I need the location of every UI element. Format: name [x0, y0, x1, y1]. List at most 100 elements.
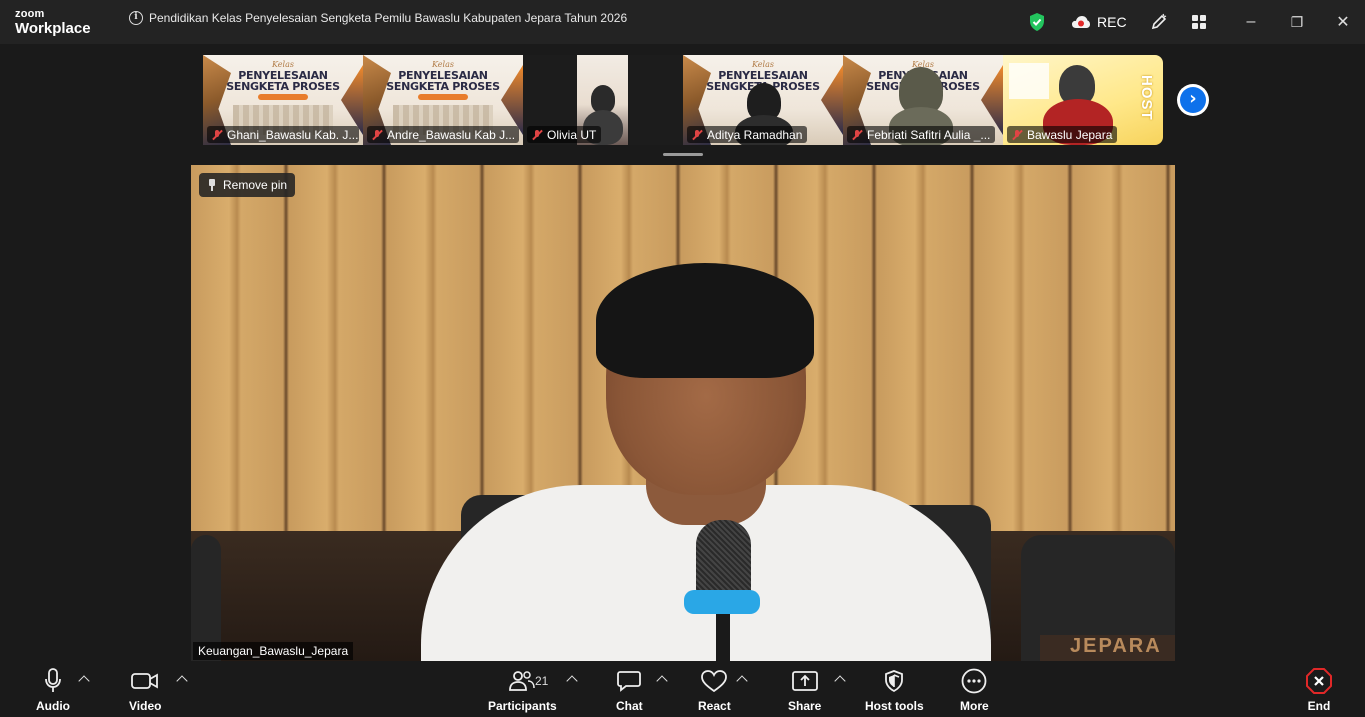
- slide-title: PENYELESAIANSENGKETA PROSES: [363, 70, 523, 92]
- audio-button[interactable]: Audio: [36, 667, 70, 713]
- video-options-caret[interactable]: [176, 675, 188, 687]
- microphone-clip: [684, 590, 760, 614]
- slide-title-line2: SENGKETA PROSES: [386, 80, 500, 93]
- end-meeting-button[interactable]: End: [1306, 667, 1332, 713]
- participant-name-tag: Ghani_Bawaslu Kab. J...: [207, 126, 359, 143]
- participant-name-tag: Andre_Bawaslu Kab J...: [367, 126, 519, 143]
- slide-kelas-text: Kelas: [752, 60, 774, 69]
- more-dots-icon: [961, 668, 987, 694]
- more-label: More: [960, 699, 989, 713]
- info-icon[interactable]: i: [129, 11, 143, 25]
- meeting-title[interactable]: i Pendidikan Kelas Penyelesaian Sengketa…: [129, 11, 627, 25]
- mic-muted-icon: [691, 129, 703, 141]
- mic-muted-icon: [211, 129, 223, 141]
- pinned-participant-name: Keuangan_Bawaslu_Jepara: [193, 642, 354, 660]
- slide-bar: [258, 94, 308, 100]
- chat-bubble-icon: [617, 671, 642, 692]
- audio-options-caret[interactable]: [78, 675, 90, 687]
- slide-title-line2: SENGKETA PROSES: [226, 80, 340, 93]
- heart-icon: [701, 670, 728, 692]
- meeting-toolbar: Audio Video Participants 21 Chat React S…: [0, 661, 1365, 717]
- slide-bar: [418, 94, 468, 100]
- resize-handle[interactable]: [663, 153, 703, 156]
- share-options-caret[interactable]: [834, 675, 846, 687]
- video-camera-icon: [131, 673, 159, 689]
- participant-tile[interactable]: Kelas PENYELESAIAN SENGKETA PROSES Andre_…: [363, 55, 523, 145]
- end-call-icon: [1306, 668, 1332, 694]
- participant-name: Olivia UT: [547, 127, 597, 142]
- participant-tile[interactable]: Olivia UT: [523, 55, 683, 145]
- participant-tile[interactable]: Kelas PENYELESAIANSENGKETA PROSES Febria…: [843, 55, 1003, 145]
- rec-label: REC: [1097, 14, 1127, 30]
- close-button[interactable]: ✕: [1334, 13, 1352, 31]
- video-label: Video: [129, 699, 162, 713]
- host-badge: HOST: [1138, 75, 1155, 121]
- audio-label: Audio: [36, 699, 70, 713]
- minimize-icon: –: [1246, 13, 1256, 30]
- host-tools-button[interactable]: Host tools: [865, 667, 924, 713]
- chat-options-caret[interactable]: [656, 675, 668, 687]
- participant-name: Aditya Ramadhan: [707, 127, 803, 142]
- speaker-hair: [596, 263, 814, 378]
- security-shield-icon[interactable]: [1028, 0, 1046, 44]
- pin-icon: [207, 179, 217, 191]
- react-options-caret[interactable]: [736, 675, 748, 687]
- slide-title: PENYELESAIANSENGKETA PROSES: [203, 70, 363, 92]
- participants-options-caret[interactable]: [566, 675, 578, 687]
- participant-tile[interactable]: Kelas PENYELESAIAN SENGKETA PROSES Ghani_…: [203, 55, 363, 145]
- logo-text-workplace: Workplace: [15, 20, 91, 37]
- restore-icon: ❐: [1290, 13, 1304, 30]
- share-label: Share: [788, 699, 822, 713]
- video-button[interactable]: Video: [129, 667, 161, 713]
- shield-icon: [885, 670, 904, 692]
- microphone-icon: [696, 520, 751, 600]
- share-screen-icon: [791, 671, 818, 691]
- participants-label: Participants: [488, 699, 557, 713]
- view-layout-icon[interactable]: [1191, 0, 1207, 44]
- mic-muted-icon: [371, 129, 383, 141]
- slide-kelas-text: Kelas: [432, 60, 454, 69]
- zoom-logo: zoom Workplace: [15, 8, 91, 37]
- more-button[interactable]: More: [960, 667, 989, 713]
- participant-name: Febriati Safitri Aulia _...: [867, 127, 991, 142]
- microphone-icon: [45, 668, 61, 692]
- react-button[interactable]: React: [698, 667, 731, 713]
- slide-kelas-text: Kelas: [272, 60, 294, 69]
- participant-thumbnails: Kelas PENYELESAIAN SENGKETA PROSES Ghani_…: [203, 55, 1163, 145]
- participant-name: Ghani_Bawaslu Kab. J...: [227, 127, 359, 142]
- desk-sign: JEPARA: [1040, 635, 1175, 661]
- chat-button[interactable]: Chat: [616, 667, 643, 713]
- title-bar: zoom Workplace i Pendidikan Kelas Penyel…: [0, 0, 1365, 44]
- host-tools-label: Host tools: [865, 699, 924, 713]
- restore-button[interactable]: ❐: [1288, 13, 1306, 31]
- participants-count: 21: [535, 674, 549, 688]
- mic-muted-icon: [1011, 129, 1023, 141]
- participant-figure: [591, 85, 615, 113]
- remove-pin-button[interactable]: Remove pin: [199, 173, 296, 197]
- remove-pin-label: Remove pin: [223, 178, 288, 192]
- pinned-video[interactable]: JEPARA: [191, 165, 1175, 661]
- participants-icon: [509, 671, 536, 691]
- participant-name-tag: Aditya Ramadhan: [687, 126, 808, 143]
- participant-tile[interactable]: Kelas PENYELESAIAN SENGKETA PROSES Aditya…: [683, 55, 843, 145]
- chat-label: Chat: [616, 699, 643, 713]
- participant-name-tag: Febriati Safitri Aulia _...: [847, 126, 996, 143]
- participant-tile-host[interactable]: HOST Bawaslu Jepara: [1003, 55, 1163, 145]
- host-slide-image: [1009, 63, 1049, 99]
- share-button[interactable]: Share: [788, 667, 821, 713]
- mic-muted-icon: [531, 129, 543, 141]
- logo-text-zoom: zoom: [15, 8, 45, 20]
- end-label: End: [1307, 699, 1331, 713]
- meeting-title-text: Pendidikan Kelas Penyelesaian Sengketa P…: [149, 11, 628, 25]
- next-page-button[interactable]: ›: [1177, 84, 1209, 116]
- mic-muted-icon: [851, 129, 863, 141]
- recording-indicator[interactable]: REC: [1071, 0, 1127, 44]
- participant-name: Andre_Bawaslu Kab J...: [387, 127, 516, 142]
- minimize-button[interactable]: –: [1242, 13, 1260, 31]
- participant-name-tag: Bawaslu Jepara: [1007, 126, 1118, 143]
- cloud-record-icon: [1072, 16, 1090, 28]
- participant-name: Bawaslu Jepara: [1027, 127, 1113, 142]
- react-label: React: [698, 699, 731, 713]
- annotate-icon[interactable]: [1150, 0, 1168, 44]
- close-icon: ✕: [1336, 14, 1350, 31]
